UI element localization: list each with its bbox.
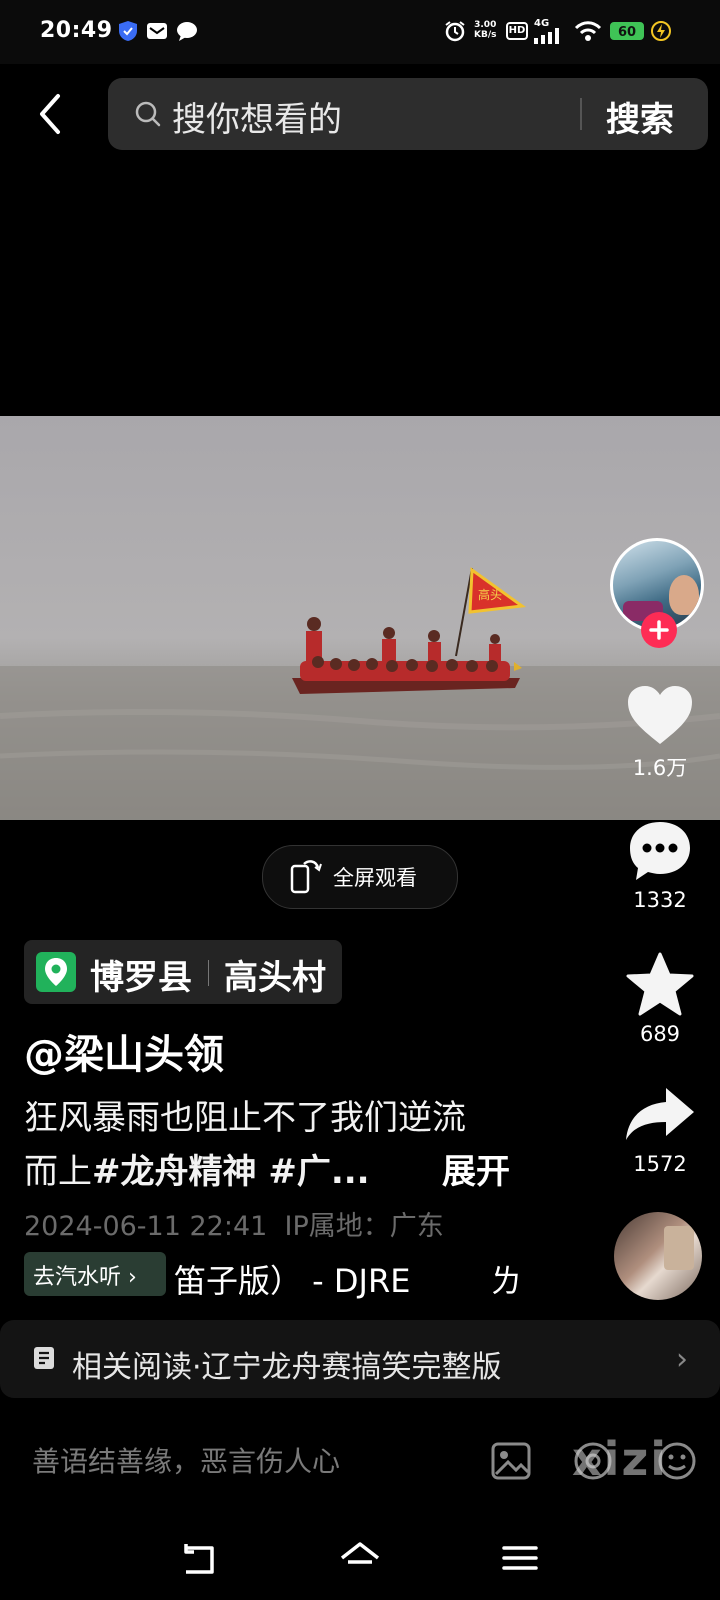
- plus-icon: [649, 620, 669, 640]
- document-icon: [34, 1347, 54, 1369]
- network-speed: 3.00 KB/s: [474, 20, 497, 40]
- fullscreen-label: 全屏观看: [333, 866, 417, 890]
- description-line-2: 而上#龙舟精神 #广...: [24, 1144, 370, 1193]
- search-button[interactable]: 搜索: [606, 92, 674, 141]
- wifi-icon: [574, 21, 602, 41]
- location-pin-icon: [36, 952, 76, 992]
- home-nav-icon[interactable]: [338, 1538, 382, 1578]
- share-count: 1572: [633, 1152, 687, 1176]
- ip-location: IP属地：广东: [284, 1211, 444, 1242]
- menu-nav-icon[interactable]: [498, 1538, 542, 1578]
- location-area: 博罗县: [90, 958, 192, 998]
- charging-icon: [651, 21, 671, 41]
- status-time: 20:49: [40, 18, 113, 43]
- image-icon[interactable]: [490, 1440, 532, 1482]
- music-title[interactable]: 笛子版） - DJRE: [174, 1256, 410, 1302]
- back-nav-icon[interactable]: [178, 1538, 222, 1578]
- shield-icon: [119, 21, 137, 41]
- search-divider: [580, 98, 582, 130]
- chat-bubble-icon: [177, 22, 197, 41]
- description-text: 而上: [24, 1152, 92, 1192]
- description-line-1: 狂风暴雨也阻止不了我们逆流: [24, 1098, 466, 1138]
- post-meta: 2024-06-11 22:41 IP属地：广东: [24, 1204, 444, 1243]
- follow-button[interactable]: [641, 612, 677, 648]
- mail-icon: [147, 23, 167, 39]
- chevron-right-icon: ›: [676, 1342, 688, 1377]
- favorite-button[interactable]: [626, 952, 694, 1018]
- battery-indicator: 60: [610, 22, 644, 40]
- avatar-face: [669, 575, 699, 615]
- watermark: xizi: [572, 1432, 668, 1486]
- flag-text: 高头: [478, 587, 502, 602]
- share-button[interactable]: [624, 1086, 696, 1142]
- comment-input[interactable]: 善语结善缘，恶言伤人心: [32, 1440, 340, 1480]
- comment-count: 1332: [633, 888, 687, 912]
- location-divider: [208, 960, 209, 986]
- signal-icon: [534, 28, 559, 44]
- disc-cover-detail: [664, 1226, 694, 1270]
- search-icon: [135, 101, 161, 127]
- hashtag-links[interactable]: #龙舟精神 #广...: [92, 1152, 370, 1192]
- music-chip-label: 去汽水听 ›: [33, 1265, 137, 1290]
- rotate-screen-icon: [290, 860, 322, 894]
- favorite-count: 689: [639, 1022, 681, 1046]
- comment-button[interactable]: [626, 818, 694, 882]
- like-button[interactable]: [626, 684, 694, 746]
- location-village: 高头村: [224, 958, 326, 998]
- search-input[interactable]: 搜你想看的: [172, 92, 342, 141]
- like-count: 1.6万: [632, 756, 688, 780]
- related-reading-label: 相关阅读·辽宁龙舟赛搞笑完整版: [72, 1350, 502, 1385]
- post-datetime: 2024-06-11 22:41: [24, 1211, 268, 1242]
- expand-button[interactable]: 展开: [442, 1144, 510, 1193]
- music-disc[interactable]: [614, 1212, 702, 1300]
- alarm-icon: [445, 21, 465, 42]
- back-button[interactable]: [34, 92, 66, 136]
- author-name[interactable]: @梁山头领: [24, 1022, 224, 1080]
- music-title-overflow: ㄌ: [490, 1262, 523, 1300]
- hd-badge: HD: [506, 22, 528, 40]
